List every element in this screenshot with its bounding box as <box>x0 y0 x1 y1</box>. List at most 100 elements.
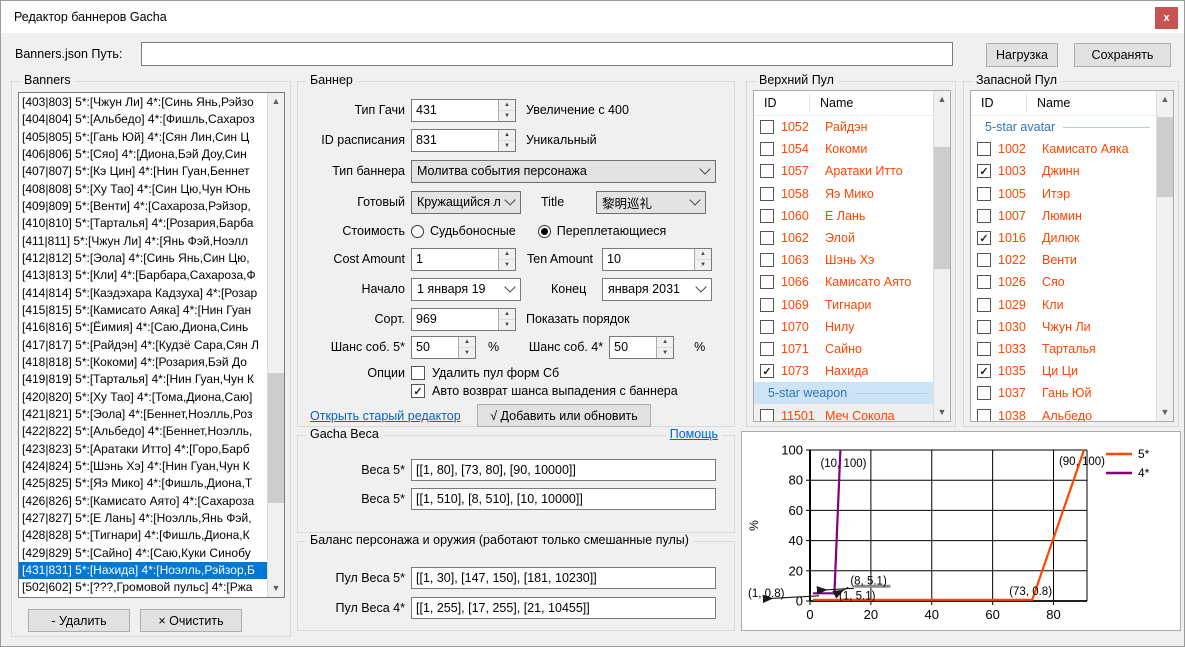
pool-row[interactable]: 11501Меч Сокола <box>754 404 933 421</box>
banner-list-item[interactable]: [413|813] 5*:[Кли] 4*:[Барбара,Сахароза,… <box>19 267 267 284</box>
row-checkbox[interactable] <box>977 320 991 334</box>
upper-pool-scrollbar[interactable]: ▲ ▼ <box>933 91 950 421</box>
banner-list-item[interactable]: [409|809] 5*:[Венти] 4*:[Сахароза,Рэйзор… <box>19 198 267 215</box>
schedule-id-spinner[interactable]: 831 ▲▼ <box>411 129 516 152</box>
row-checkbox[interactable] <box>760 187 774 201</box>
pool-row[interactable]: 1071Сайно <box>754 338 933 360</box>
banner-list-item[interactable]: [405|805] 5*:[Гань Юй] 4*:[Сян Лин,Син Ц <box>19 129 267 146</box>
banner-list-item[interactable]: [421|821] 5*:[Эола] 4*:[Беннет,Ноэлль,Ро… <box>19 406 267 423</box>
gacha-type-spinner[interactable]: 431 ▲▼ <box>411 99 516 122</box>
column-header-name[interactable]: Name <box>810 94 933 112</box>
pool-row[interactable]: 1063Шэнь Хэ <box>754 249 933 271</box>
close-icon[interactable]: x <box>1155 7 1178 29</box>
banner-list-item[interactable]: [412|812] 5*:[Эола] 4*:[Синь Янь,Син Цю, <box>19 250 267 267</box>
pool-row[interactable]: 1022Венти <box>971 249 1156 271</box>
banner-list-item[interactable]: [416|816] 5*:[Ёимия] 4*:[Саю,Диона,Синь <box>19 319 267 336</box>
begin-date-select[interactable]: 1 января 19 <box>411 278 521 301</box>
pool-weights5-input[interactable] <box>411 567 716 589</box>
row-checkbox[interactable] <box>760 164 774 178</box>
banner-list-item[interactable]: [407|807] 5*:[Кэ Цин] 4*:[Нин Гуан,Бенне… <box>19 163 267 180</box>
spin-up-icon[interactable]: ▲ <box>499 249 515 260</box>
scroll-up-icon[interactable]: ▲ <box>268 93 284 110</box>
clear-banners-button[interactable]: × Очистить <box>140 609 242 632</box>
end-date-select[interactable]: января 2031 <box>602 278 712 301</box>
pool-row[interactable]: 1060Е Лань <box>754 205 933 227</box>
chance5-spinner[interactable]: 50 ▲▼ <box>411 336 476 359</box>
row-checkbox[interactable] <box>977 342 991 356</box>
banner-list-item[interactable]: [410|810] 5*:[Тарталья] 4*:[Розария,Барб… <box>19 215 267 232</box>
banner-list-item[interactable]: [422|822] 5*:[Альбедо] 4*:[Беннет,Ноэлль… <box>19 423 267 440</box>
column-header-name[interactable]: Name <box>1027 94 1156 112</box>
pool-row[interactable]: 1005Итэр <box>971 183 1156 205</box>
scroll-down-icon[interactable]: ▼ <box>934 404 950 421</box>
row-checkbox[interactable] <box>760 275 774 289</box>
pool-row[interactable]: 1062Элой <box>754 227 933 249</box>
banner-list-item[interactable]: [424|824] 5*:[Шэнь Хэ] 4*:[Нин Гуан,Чун … <box>19 458 267 475</box>
pool-row[interactable]: 1070Нилу <box>754 316 933 338</box>
banner-type-select[interactable]: Молитва события персонажа <box>411 160 716 183</box>
upper-pool-table[interactable]: ID Name 1052Райдэн1054Кокоми1057Аратаки … <box>753 90 951 422</box>
pool-row[interactable]: 1073Нахида <box>754 360 933 382</box>
scroll-down-icon[interactable]: ▼ <box>268 580 284 597</box>
help-link[interactable]: Помощь <box>666 427 722 441</box>
row-checkbox[interactable] <box>760 298 774 312</box>
row-checkbox[interactable] <box>977 187 991 201</box>
row-checkbox[interactable] <box>977 164 991 178</box>
row-checkbox[interactable] <box>760 120 774 134</box>
row-checkbox[interactable] <box>760 320 774 334</box>
banner-list-item[interactable]: [404|804] 5*:[Альбедо] 4*:[Фишль,Сахароз <box>19 111 267 128</box>
spin-down-icon[interactable]: ▼ <box>499 141 515 151</box>
row-checkbox[interactable] <box>977 142 991 156</box>
row-checkbox[interactable] <box>760 364 774 378</box>
spin-down-icon[interactable]: ▼ <box>657 348 673 358</box>
scroll-up-icon[interactable]: ▲ <box>1157 91 1173 108</box>
pool-row[interactable]: 1054Кокоми <box>754 138 933 160</box>
pool-row[interactable]: 1026Сяо <box>971 271 1156 293</box>
banner-list-item[interactable]: [426|826] 5*:[Камисато Аято] 4*:[Сахароз… <box>19 493 267 510</box>
banner-list-item[interactable]: [411|811] 5*:[Чжун Ли] 4*:[Янь Фэй,Ноэлл <box>19 233 267 250</box>
banners-listbox[interactable]: [403|803] 5*:[Чжун Ли] 4*:[Синь Янь,Рэйз… <box>18 92 285 598</box>
pool-row[interactable]: 1066Камисато Аято <box>754 271 933 293</box>
cost-radio-acquaint[interactable] <box>411 225 424 238</box>
column-header-id[interactable]: ID <box>754 94 810 112</box>
spin-down-icon[interactable]: ▼ <box>695 260 711 270</box>
banner-list-item[interactable]: [403|803] 5*:[Чжун Ли] 4*:[Синь Янь,Рэйз… <box>19 94 267 111</box>
remove-pool-checkbox[interactable] <box>411 366 425 380</box>
pool-row[interactable]: 1069Тигнари <box>754 294 933 316</box>
pool-row[interactable]: 1029Кли <box>971 294 1156 316</box>
banner-list-item[interactable]: [420|820] 5*:[Ху Тао] 4*:[Тома,Диона,Саю… <box>19 389 267 406</box>
scroll-down-icon[interactable]: ▼ <box>1157 404 1173 421</box>
spin-down-icon[interactable]: ▼ <box>459 348 475 358</box>
banner-list-item[interactable]: [429|829] 5*:[Сайно] 4*:[Саю,Куки Синобу <box>19 545 267 562</box>
row-checkbox[interactable] <box>977 298 991 312</box>
scroll-thumb[interactable] <box>1157 117 1173 197</box>
row-checkbox[interactable] <box>760 342 774 356</box>
pool-row[interactable]: 1057Аратаки Итто <box>754 160 933 182</box>
spin-up-icon[interactable]: ▲ <box>499 100 515 111</box>
spin-up-icon[interactable]: ▲ <box>459 337 475 348</box>
sort-spinner[interactable]: 969 ▲▼ <box>411 308 516 331</box>
row-checkbox[interactable] <box>760 409 774 421</box>
spin-up-icon[interactable]: ▲ <box>695 249 711 260</box>
column-header-id[interactable]: ID <box>971 94 1027 112</box>
spin-down-icon[interactable]: ▼ <box>499 260 515 270</box>
banner-list-item[interactable]: [425|825] 5*:[Яэ Мико] 4*:[Фишль,Диона,Т <box>19 475 267 492</box>
pool-row[interactable]: 1035Ци Ци <box>971 360 1156 382</box>
row-checkbox[interactable] <box>977 231 991 245</box>
row-checkbox[interactable] <box>760 142 774 156</box>
spin-down-icon[interactable]: ▼ <box>499 320 515 330</box>
banner-list-item[interactable]: [423|823] 5*:[Аратаки Итто] 4*:[Горо,Бар… <box>19 441 267 458</box>
banners-scrollbar[interactable]: ▲ ▼ <box>267 93 284 597</box>
pool-row[interactable]: 1052Райдэн <box>754 116 933 138</box>
banner-list-item[interactable]: [418|818] 5*:[Кокоми] 4*:[Розария,Бэй До <box>19 354 267 371</box>
scroll-thumb[interactable] <box>934 147 950 269</box>
row-checkbox[interactable] <box>977 386 991 400</box>
banner-list-item[interactable]: [414|814] 5*:[Каэдэхара Кадзуха] 4*:[Роз… <box>19 285 267 302</box>
row-checkbox[interactable] <box>977 209 991 223</box>
banner-list-item[interactable]: [415|815] 5*:[Камисато Аяка] 4*:[Нин Гуа… <box>19 302 267 319</box>
banner-list-item[interactable]: [502|602] 5*:[???,Громовой пульс] 4*:[Рж… <box>19 579 267 596</box>
scroll-thumb[interactable] <box>268 373 284 503</box>
pool-row[interactable]: 1033Тарталья <box>971 338 1156 360</box>
banner-list-item[interactable]: [431|831] 5*:[Нахида] 4*:[Ноэлль,Рэйзор,… <box>19 562 267 579</box>
fallback-pool-table[interactable]: ID Name 5-star avatar1002Камисато Аяка10… <box>970 90 1174 422</box>
